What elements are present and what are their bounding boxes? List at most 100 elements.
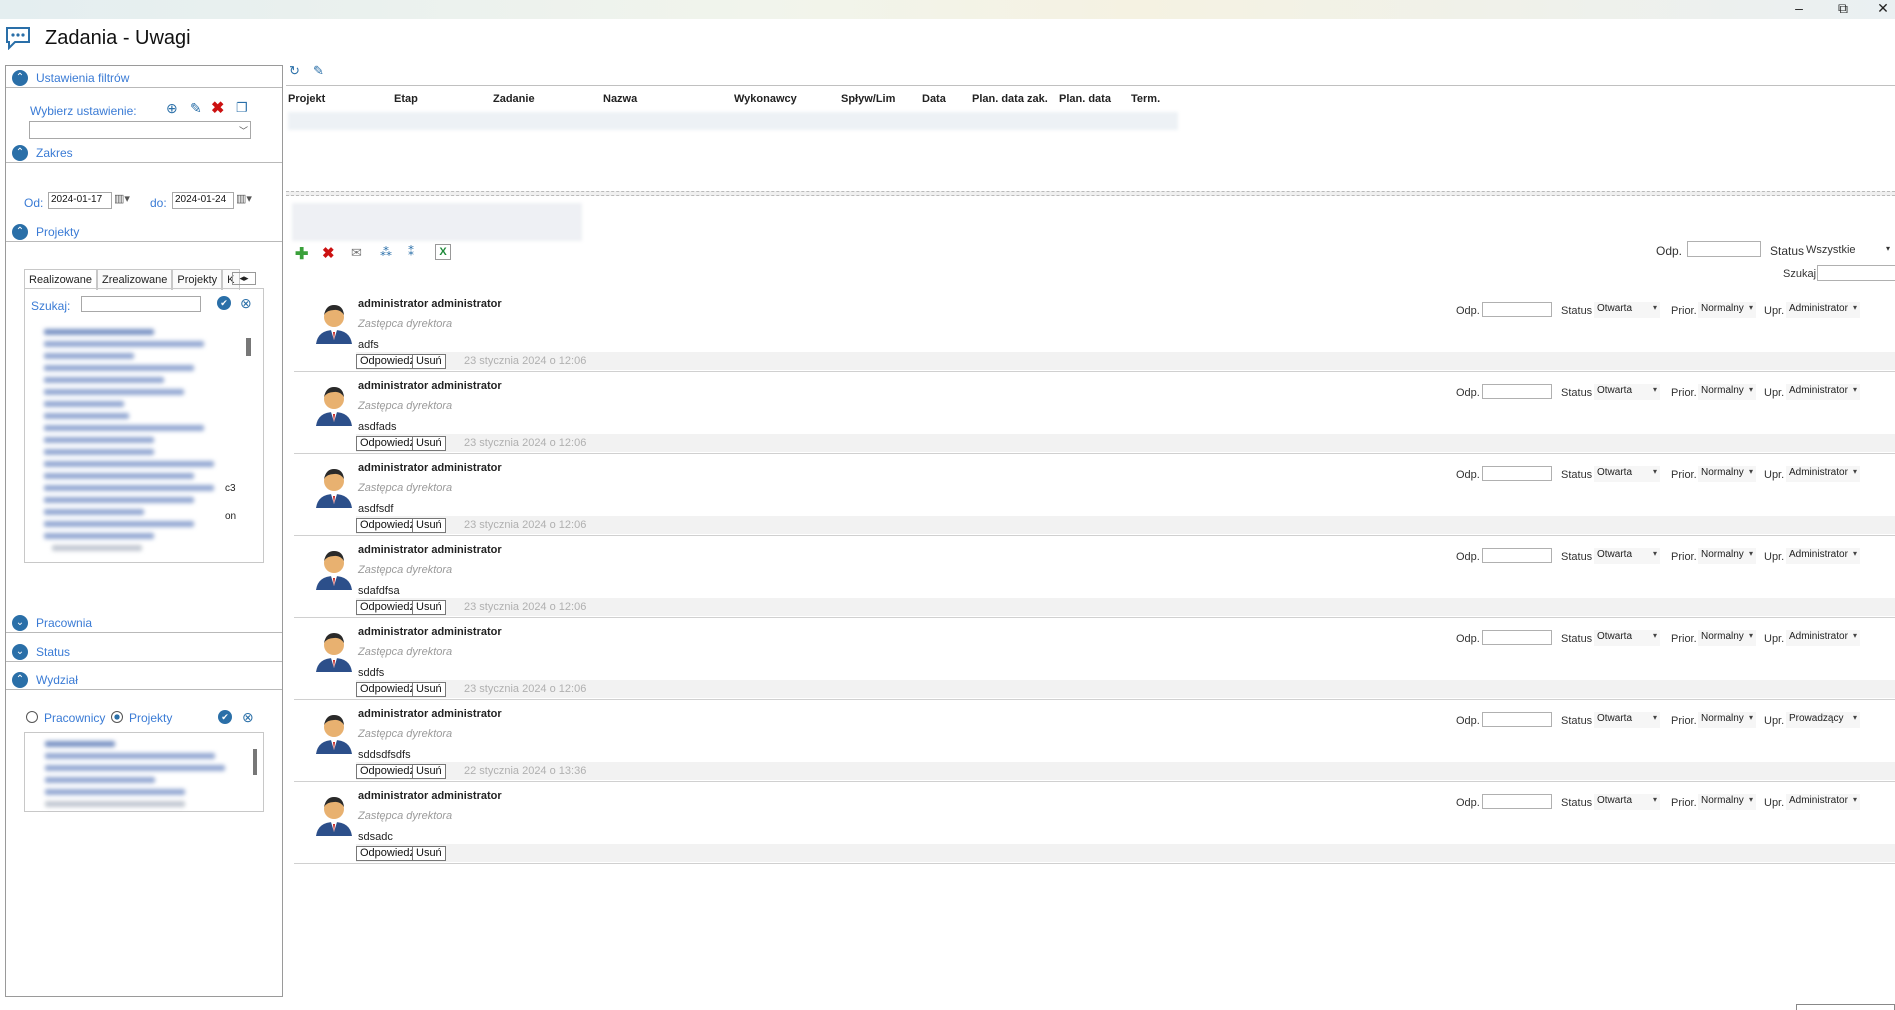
- upr-select[interactable]: Administrator ▾: [1786, 466, 1860, 482]
- odp-filter-input[interactable]: [1687, 241, 1761, 257]
- column-header[interactable]: Wykonawcy: [734, 93, 797, 105]
- odp-input[interactable]: [1482, 302, 1552, 317]
- column-header[interactable]: Nazwa: [603, 93, 637, 105]
- tree-icon[interactable]: ⁂: [380, 245, 392, 259]
- column-header[interactable]: Etap: [394, 93, 418, 105]
- restore-button[interactable]: ⧉: [1823, 0, 1863, 19]
- tab-zrealizowane[interactable]: Zrealizowane: [96, 269, 173, 290]
- collapse-icon[interactable]: ⌃: [12, 672, 28, 688]
- tab-scroll-arrows-icon[interactable]: ◂▸: [232, 272, 256, 285]
- table-row[interactable]: [288, 112, 1178, 130]
- section-pracownia[interactable]: ⌄ Pracownia: [6, 611, 282, 633]
- mail-icon[interactable]: ✉: [351, 245, 362, 261]
- minimize-button[interactable]: –: [1779, 0, 1819, 19]
- upr-select[interactable]: Prowadzący ▾: [1786, 712, 1860, 728]
- odp-input[interactable]: [1482, 384, 1552, 399]
- splitter[interactable]: [286, 191, 1895, 196]
- excel-export-icon[interactable]: X: [435, 244, 451, 260]
- to-date-input[interactable]: 2024-01-24: [172, 192, 234, 209]
- clear-icon[interactable]: ⊗: [242, 709, 254, 726]
- add-icon[interactable]: ✚: [295, 244, 308, 264]
- upr-select[interactable]: Administrator ▾: [1786, 384, 1860, 400]
- copy-icon[interactable]: ❐: [236, 100, 248, 116]
- radio-projects[interactable]: [111, 711, 123, 723]
- upr-select[interactable]: Administrator ▾: [1786, 548, 1860, 564]
- reply-button[interactable]: Odpowiedź: [356, 436, 420, 451]
- section-range[interactable]: ⌃ Zakres: [6, 141, 282, 163]
- delete-button[interactable]: Usuń: [412, 600, 446, 615]
- column-header[interactable]: Term.: [1131, 93, 1160, 105]
- delete-button[interactable]: Usuń: [412, 846, 446, 861]
- section-wydzial[interactable]: ⌃ Wydział: [6, 668, 282, 690]
- reply-button[interactable]: Odpowiedź: [356, 682, 420, 697]
- upr-select[interactable]: Administrator ▾: [1786, 630, 1860, 646]
- expand-icon[interactable]: ⌄: [12, 644, 28, 660]
- section-status[interactable]: ⌄ Status: [6, 640, 282, 662]
- delete-button[interactable]: Usuń: [412, 354, 446, 369]
- clear-icon[interactable]: ⊗: [240, 295, 252, 312]
- notes-search-input[interactable]: [1817, 265, 1895, 281]
- projects-search-input[interactable]: [81, 296, 201, 312]
- expand-icon[interactable]: ⌄: [12, 615, 28, 631]
- section-filter-settings[interactable]: ⌃ Ustawienia filtrów: [6, 66, 282, 88]
- delete-icon[interactable]: ✖: [322, 244, 335, 262]
- priority-select[interactable]: Normalny ▾: [1698, 794, 1756, 810]
- priority-select[interactable]: Normalny ▾: [1698, 384, 1756, 400]
- column-header[interactable]: Projekt: [288, 93, 325, 105]
- status-select[interactable]: Otwarta ▾: [1594, 548, 1660, 564]
- scrollbar-thumb[interactable]: [253, 749, 257, 775]
- collapse-icon[interactable]: ⌃: [12, 70, 28, 86]
- delete-icon[interactable]: ✖: [211, 98, 224, 118]
- status-select[interactable]: Otwarta ▾: [1594, 630, 1660, 646]
- reply-button[interactable]: Odpowiedź: [356, 764, 420, 779]
- status-filter-select[interactable]: Wszystkie: [1806, 244, 1856, 256]
- add-circle-icon[interactable]: ⊕: [166, 100, 178, 117]
- column-header[interactable]: Zadanie: [493, 93, 535, 105]
- scrollbar-thumb[interactable]: [246, 338, 251, 356]
- reply-button[interactable]: Odpowiedź: [356, 600, 420, 615]
- priority-select[interactable]: Normalny ▾: [1698, 712, 1756, 728]
- reply-button[interactable]: Odpowiedź: [356, 518, 420, 533]
- odp-input[interactable]: [1482, 466, 1552, 481]
- calendar-dropdown-icon[interactable]: ▥▾: [236, 192, 252, 205]
- projects-list[interactable]: [36, 321, 246, 551]
- column-header[interactable]: Data: [922, 93, 946, 105]
- department-list[interactable]: [24, 732, 264, 812]
- delete-button[interactable]: Usuń: [412, 682, 446, 697]
- confirm-icon[interactable]: ✔: [217, 296, 231, 310]
- delete-button[interactable]: Usuń: [412, 764, 446, 779]
- chevron-down-icon[interactable]: ▾: [1886, 244, 1890, 253]
- delete-button[interactable]: Usuń: [412, 436, 446, 451]
- status-select[interactable]: Otwarta ▾: [1594, 384, 1660, 400]
- column-header[interactable]: Spływ/Lim: [841, 93, 895, 105]
- upr-select[interactable]: Administrator ▾: [1786, 794, 1860, 810]
- odp-input[interactable]: [1482, 712, 1552, 727]
- status-select[interactable]: Otwarta ▾: [1594, 794, 1660, 810]
- calendar-dropdown-icon[interactable]: ▥▾: [114, 192, 130, 205]
- pencil-icon[interactable]: ✎: [190, 100, 202, 117]
- priority-select[interactable]: Normalny ▾: [1698, 466, 1756, 482]
- tab-realizowane[interactable]: Realizowane: [24, 269, 97, 290]
- odp-input[interactable]: [1482, 548, 1552, 563]
- status-select[interactable]: Otwarta ▾: [1594, 712, 1660, 728]
- column-header[interactable]: Plan. data: [1059, 93, 1111, 105]
- pencil-icon[interactable]: ✎: [313, 63, 324, 79]
- from-date-input[interactable]: 2024-01-17: [48, 192, 112, 209]
- status-select[interactable]: Otwarta ▾: [1594, 302, 1660, 318]
- collapse-icon[interactable]: ⌃: [12, 224, 28, 240]
- odp-input[interactable]: [1482, 794, 1552, 809]
- radio-employees[interactable]: [26, 711, 38, 723]
- close-button[interactable]: ✕: [1863, 0, 1895, 19]
- tab-projekty[interactable]: Projekty: [172, 269, 223, 290]
- priority-select[interactable]: Normalny ▾: [1698, 630, 1756, 646]
- odp-input[interactable]: [1482, 630, 1552, 645]
- refresh-icon[interactable]: ↻: [289, 63, 300, 79]
- section-projects[interactable]: ⌃ Projekty: [6, 220, 282, 242]
- upr-select[interactable]: Administrator ▾: [1786, 302, 1860, 318]
- priority-select[interactable]: Normalny ▾: [1698, 548, 1756, 564]
- setting-select[interactable]: ﹀: [29, 121, 251, 139]
- priority-select[interactable]: Normalny ▾: [1698, 302, 1756, 318]
- status-select[interactable]: Otwarta ▾: [1594, 466, 1660, 482]
- tree-collapse-icon[interactable]: ⁑: [408, 245, 414, 259]
- confirm-icon[interactable]: ✔: [218, 710, 232, 724]
